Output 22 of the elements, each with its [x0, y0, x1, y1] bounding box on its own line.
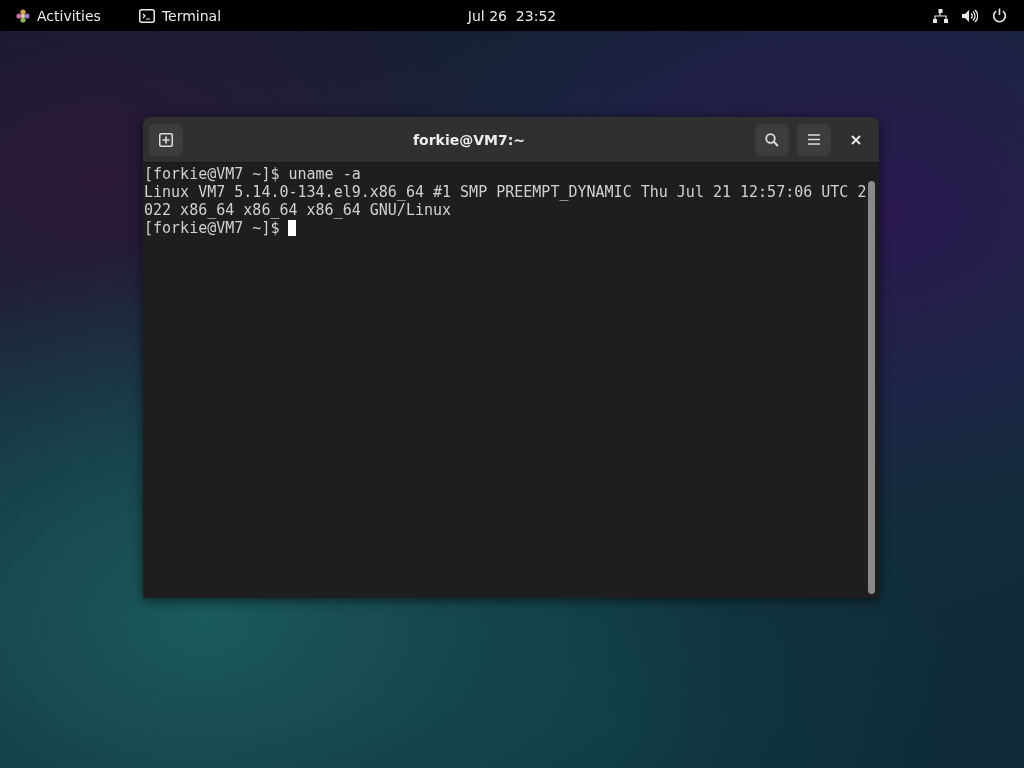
new-tab-button[interactable]	[149, 123, 183, 156]
text-cursor	[288, 220, 297, 236]
search-button[interactable]	[755, 123, 789, 156]
menu-icon	[808, 134, 820, 145]
power-icon[interactable]	[992, 8, 1007, 23]
terminal-line: 022 x86_64 x86_64 x86_64 GNU/Linux	[144, 201, 453, 219]
terminal-line: [forkie@VM7 ~]$ uname -a	[144, 165, 362, 183]
network-icon[interactable]	[933, 8, 948, 23]
flower-logo-icon	[16, 8, 30, 23]
scrollbar[interactable]	[868, 181, 875, 594]
window-title: forkie@VM7:~	[411, 131, 527, 148]
activities-button[interactable]: Activities	[8, 3, 109, 28]
terminal-prompt: [forkie@VM7 ~]$	[144, 219, 280, 237]
volume-icon[interactable]	[962, 8, 978, 23]
app-menu-button[interactable]: Terminal	[130, 3, 230, 28]
close-icon	[851, 134, 861, 145]
search-icon	[765, 132, 779, 147]
menu-button[interactable]	[797, 123, 831, 156]
clock-button[interactable]: Jul 26 23:52	[459, 3, 565, 28]
terminal-line: Linux VM7 5.14.0-134.el9.x86_64 #1 SMP PREEMPT_DYNAMIC Thu Jul 21 12:57:06 UTC 2	[144, 183, 868, 201]
new-tab-icon	[159, 132, 173, 147]
terminal-icon	[138, 8, 155, 23]
